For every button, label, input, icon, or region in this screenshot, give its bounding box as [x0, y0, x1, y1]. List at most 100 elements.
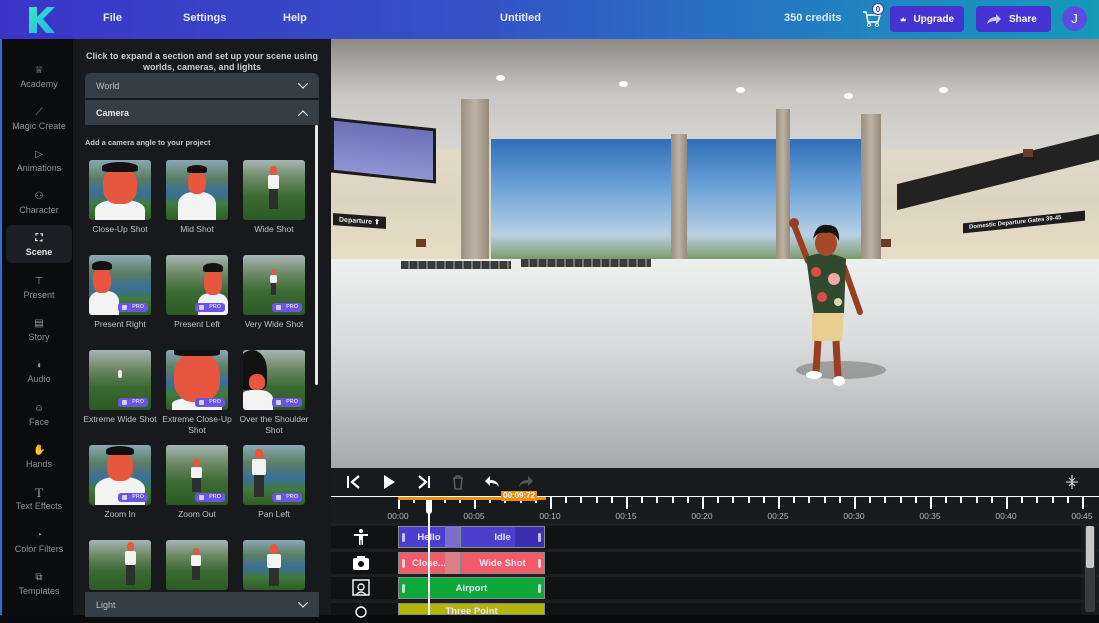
sidebar-item-hands[interactable]: ✋ Hands: [6, 441, 72, 479]
upgrade-button[interactable]: Upgrade: [890, 6, 964, 32]
skip-to-end-icon[interactable]: [415, 474, 433, 490]
sidebar-item-label: Character: [19, 205, 59, 215]
shot-tile-zoom-in[interactable]: PRO Zoom In: [89, 445, 151, 520]
upgrade-label: Upgrade: [913, 13, 954, 25]
character-icon: ⚇: [34, 191, 44, 202]
clip-wide-shot[interactable]: Wide Shot: [460, 552, 545, 574]
panel-scrollbar[interactable]: [315, 125, 318, 385]
sidebar-item-label: Text Effects: [15, 501, 63, 511]
shot-tile[interactable]: [166, 540, 228, 590]
undo-icon[interactable]: [483, 474, 501, 490]
sidebar-item-text-effects[interactable]: T Text Effects: [6, 483, 72, 521]
scene-pillar: [671, 134, 687, 259]
shot-tile-extreme-wide[interactable]: PRO Extreme Wide Shot: [83, 350, 157, 425]
shot-tile-zoom-out[interactable]: PRO Zoom Out: [166, 445, 228, 520]
app-logo-icon[interactable]: [27, 5, 55, 33]
shot-thumbnail: PRO: [166, 255, 228, 315]
shot-tile-very-wide[interactable]: PRO Very Wide Shot: [243, 255, 305, 330]
ruler-minor-tick: [838, 497, 841, 503]
sidebar-item-academy[interactable]: ♕ Academy: [6, 61, 72, 99]
ruler-minor-tick: [565, 497, 568, 503]
cart-count-badge: 0: [872, 3, 884, 15]
clip-idle[interactable]: Idle: [460, 526, 545, 548]
ruler-minor-tick: [1051, 497, 1054, 503]
menu-settings[interactable]: Settings: [183, 12, 226, 24]
sidebar-item-magic-create[interactable]: ⟋ Magic Create: [6, 103, 72, 141]
shot-thumbnail: PRO: [89, 255, 151, 315]
sidebar-item-audio[interactable]: ◖ Audio: [6, 356, 72, 394]
ruler-minor-tick: [869, 497, 872, 503]
clip-three-point[interactable]: Three Point: [398, 603, 545, 615]
sidebar-item-color-filters[interactable]: ◔ Color Filters: [6, 526, 72, 564]
user-avatar[interactable]: J: [1062, 6, 1087, 31]
ruler-minor-tick: [717, 497, 720, 503]
clip-airport[interactable]: Airport: [398, 577, 545, 599]
sidebar-item-label: Audio: [27, 374, 51, 384]
sidebar-item-scene[interactable]: ⛶ Scene: [6, 225, 72, 263]
accordion-world[interactable]: World: [85, 73, 319, 98]
delete-icon[interactable]: [449, 474, 467, 490]
shot-tile-over-shoulder[interactable]: PRO Over the Shoulder Shot: [240, 350, 308, 436]
ceiling-light: [844, 93, 853, 99]
shot-thumbnail: PRO: [166, 445, 228, 505]
sidebar-item-label: Present: [23, 290, 55, 300]
shot-tile-present-right[interactable]: PRO Present Right: [89, 255, 151, 330]
ruler-minor-tick: [671, 497, 674, 503]
redo-icon[interactable]: [517, 474, 535, 490]
playhead-handle[interactable]: [426, 500, 432, 514]
clip-label: Wide Shot: [479, 557, 526, 569]
clip-transition[interactable]: [445, 526, 461, 548]
shot-thumbnail: PRO: [243, 350, 305, 410]
ruler-minor-tick: [595, 497, 598, 503]
shot-tile-mid[interactable]: Mid Shot: [166, 160, 228, 235]
clip-transition[interactable]: [445, 552, 461, 574]
ruler-minor-tick: [884, 497, 887, 503]
ruler-minor-tick: [945, 497, 948, 503]
clip-label: Idle: [494, 531, 511, 543]
share-button[interactable]: Share: [976, 6, 1051, 32]
camera-icon: [353, 556, 369, 570]
ruler-major-tick: [550, 497, 552, 509]
shot-thumbnail: PRO: [243, 255, 305, 315]
menu-help[interactable]: Help: [283, 12, 307, 24]
sidebar-item-story[interactable]: ▤ Story: [6, 314, 72, 352]
menu-file[interactable]: File: [103, 12, 122, 24]
pro-badge: PRO: [195, 398, 225, 407]
shot-tile-close-up[interactable]: Close-Up Shot: [89, 160, 151, 235]
collapse-tracks-icon[interactable]: [1065, 474, 1079, 490]
play-icon[interactable]: [380, 474, 398, 490]
magic-wand-icon: ⟋: [35, 107, 43, 118]
accordion-light-label: Light: [96, 599, 116, 610]
ruler-minor-tick: [732, 497, 735, 503]
shot-label: Present Left: [174, 319, 220, 329]
ruler-major-tick: [702, 497, 704, 509]
shot-tile-extreme-close-up[interactable]: PRO Extreme Close-Up Shot: [162, 350, 232, 436]
accordion-light[interactable]: Light: [85, 592, 319, 617]
skip-to-start-icon[interactable]: [345, 474, 363, 490]
ruler-minor-tick: [975, 497, 978, 503]
timeline-scrollbar-thumb[interactable]: [1086, 526, 1094, 568]
sidebar-item-present[interactable]: ⊤ Present: [6, 272, 72, 310]
scene-viewport[interactable]: Departure ⬆ Domestic Departure Gates 39-…: [331, 39, 1099, 468]
sidebar-item-character[interactable]: ⚇ Character: [6, 187, 72, 225]
ruler-minor-tick: [580, 497, 583, 503]
scene-ceiling: [331, 39, 1099, 149]
sidebar-item-templates[interactable]: ⧉ Templates: [6, 568, 72, 606]
shot-tile[interactable]: [89, 540, 151, 590]
chevron-down-icon: [298, 601, 308, 608]
project-title[interactable]: Untitled: [500, 12, 541, 24]
sidebar-item-animations[interactable]: ▷ Animations: [6, 145, 72, 183]
scene-character[interactable]: [786, 217, 866, 387]
sidebar-item-label: Templates: [18, 586, 60, 596]
crown-icon: [900, 17, 906, 22]
shot-tile[interactable]: [243, 540, 305, 590]
sidebar-item-face[interactable]: ☺ Face: [6, 399, 72, 437]
sidebar-item-label: Magic Create: [12, 121, 66, 131]
shot-tile-present-left[interactable]: PRO Present Left: [166, 255, 228, 330]
face-icon: ☺: [33, 403, 45, 414]
accordion-camera[interactable]: Camera: [85, 100, 319, 125]
playhead[interactable]: [428, 500, 430, 615]
panel-hint: Click to expand a section and set up you…: [85, 51, 319, 72]
shot-tile-wide[interactable]: Wide Shot: [243, 160, 305, 235]
shot-tile-pan-left[interactable]: PRO Pan Left: [243, 445, 305, 520]
